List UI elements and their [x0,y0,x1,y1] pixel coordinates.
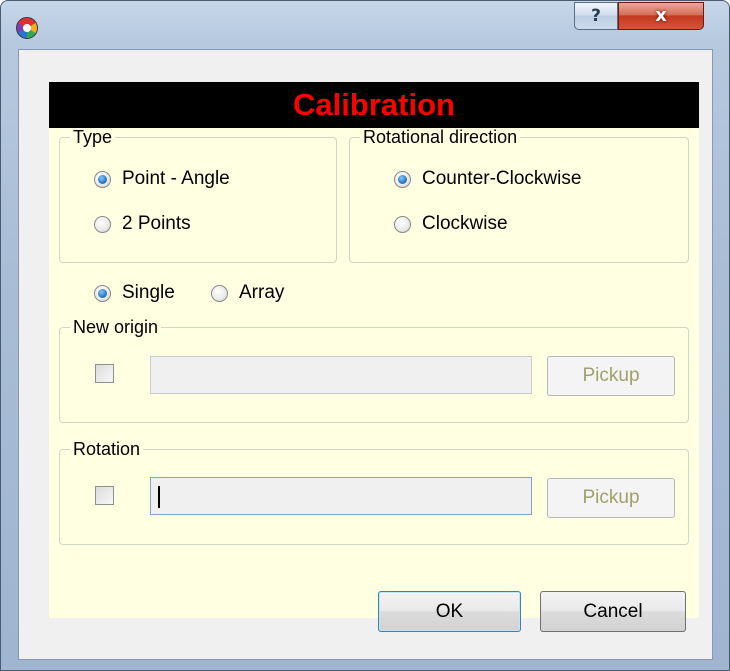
app-logo-icon [16,17,38,39]
new-origin-input[interactable] [150,356,532,394]
counter-clockwise-radio[interactable]: Counter-Clockwise [394,168,581,190]
clockwise-radio[interactable]: Clockwise [394,213,508,235]
single-label: Single [122,282,175,303]
type-point-angle-radio[interactable]: Point - Angle [94,168,230,190]
title-bar[interactable]: ? x [1,1,729,49]
text-caret [158,486,160,508]
new-origin-pickup-button[interactable]: Pickup [547,356,675,396]
rotation-pickup-button[interactable]: Pickup [547,478,675,518]
array-label: Array [239,282,285,303]
type-2-points-radio[interactable]: 2 Points [94,213,191,235]
ok-button[interactable]: OK [378,591,521,632]
cancel-button[interactable]: Cancel [540,591,686,632]
array-radio[interactable]: Array [211,282,284,304]
calibration-dialog: ? x Calibration Type Point - Angle 2 Poi… [0,0,730,671]
single-radio[interactable]: Single [94,282,175,304]
radio-selected-icon [94,170,111,188]
rotational-direction-legend: Rotational direction [363,127,518,147]
help-button[interactable]: ? [574,2,618,30]
type-group: Type [59,127,337,263]
type-point-angle-label: Point - Angle [122,168,230,189]
settings-panel: Type Point - Angle 2 Points Rotational d… [49,127,699,618]
rotational-direction-group: Rotational direction [349,127,689,263]
new-origin-legend: New origin [73,317,159,337]
radio-unselected-icon [394,215,411,233]
radio-selected-icon [94,284,111,302]
type-2-points-label: 2 Points [122,213,191,234]
radio-unselected-icon [211,284,228,302]
dialog-client-area: Calibration Type Point - Angle 2 Points … [18,49,713,660]
type-group-legend: Type [73,127,113,147]
radio-unselected-icon [94,215,111,233]
radio-selected-icon [394,170,411,188]
clockwise-label: Clockwise [422,213,508,234]
calibration-banner: Calibration [49,82,699,128]
rotation-legend: Rotation [73,439,141,459]
rotation-checkbox[interactable] [95,486,114,505]
new-origin-checkbox[interactable] [95,364,114,383]
counter-clockwise-label: Counter-Clockwise [422,168,582,189]
close-button[interactable]: x [618,2,704,30]
rotation-input[interactable] [150,477,532,515]
